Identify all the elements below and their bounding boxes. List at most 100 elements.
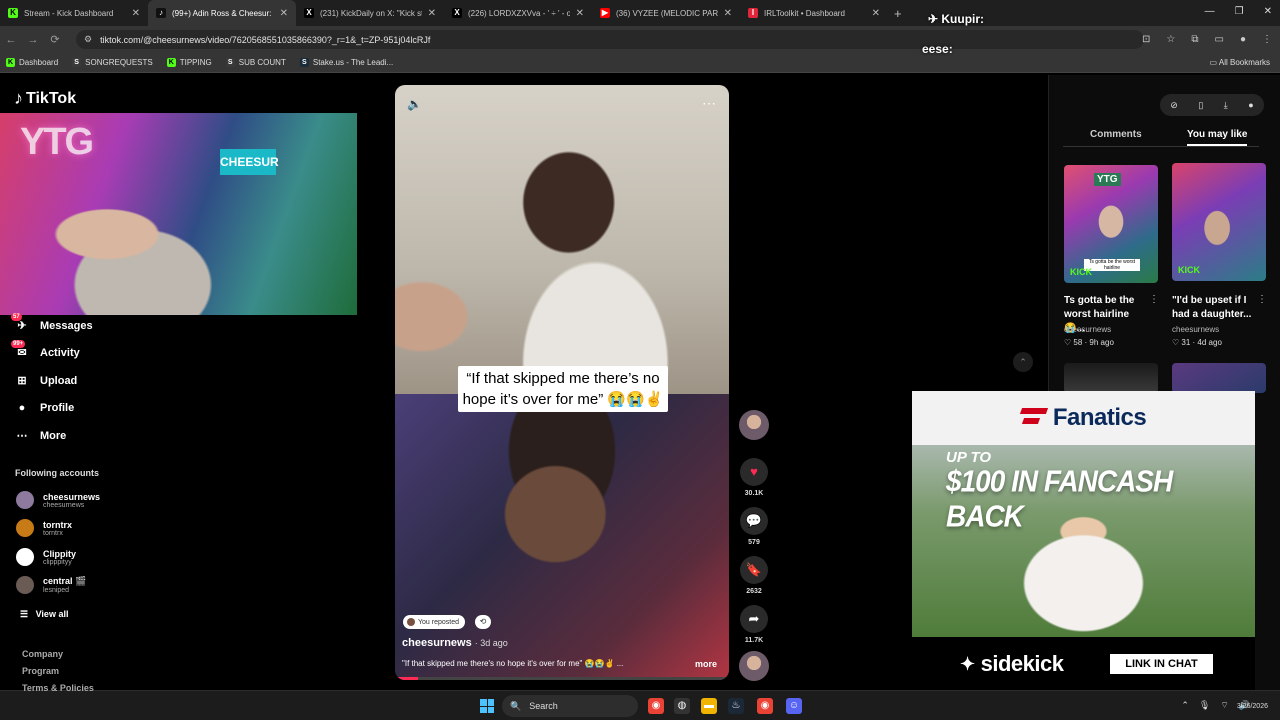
creator-avatar[interactable] xyxy=(739,410,769,440)
following-account[interactable]: central 🎬 lesniped xyxy=(16,576,86,594)
bookmark-label: Stake.us - The Leadi... xyxy=(312,58,394,67)
tab-close-icon[interactable]: ✕ xyxy=(576,8,584,19)
notification-badge: 99+ xyxy=(11,340,26,348)
recommended-more-icon-2[interactable]: ⋮ xyxy=(1257,294,1267,305)
right-panel-tabs: Comments You may like xyxy=(1063,127,1259,147)
view-all-link[interactable]: ☰ View all xyxy=(20,609,68,620)
recommended-thumbnail-3[interactable] xyxy=(1064,363,1158,393)
tab-favicon-icon: X xyxy=(304,8,314,18)
tab-you-may-like[interactable]: You may like xyxy=(1187,129,1248,146)
chrome-profile-icon[interactable]: ◉ xyxy=(757,698,773,714)
close-window-icon[interactable]: ✕ xyxy=(1264,6,1272,17)
tab-close-icon[interactable]: ✕ xyxy=(280,8,288,19)
video-more-icon[interactable]: ⋯ xyxy=(702,95,717,112)
tab-close-icon[interactable]: ✕ xyxy=(724,8,732,19)
nav-item-upload[interactable]: ⊞ Upload xyxy=(15,374,77,388)
extensions-icon[interactable]: ⧉ xyxy=(1191,34,1198,45)
following-account[interactable]: torntrx torntrx xyxy=(16,519,72,537)
minimize-icon[interactable]: — xyxy=(1205,6,1215,17)
sound-icon[interactable]: 🔈 xyxy=(407,97,422,111)
tab-title: (99+) Adin Ross & Cheesur: Reh xyxy=(172,8,274,18)
nav-icon-glyph: ⋯ xyxy=(16,430,28,442)
ban-icon[interactable]: ⊘ xyxy=(1170,100,1178,111)
download-icon[interactable]: ⤓ xyxy=(1224,100,1228,111)
share-button[interactable]: ➦ 11.7K xyxy=(738,605,770,644)
browser-tab[interactable]: X (231) KickDaily on X: "Kick strea ✕ xyxy=(296,0,444,26)
bookmark-item[interactable]: S Stake.us - The Leadi... xyxy=(299,58,394,67)
recommended-author-1[interactable]: cheesurnews xyxy=(1064,325,1111,334)
following-account[interactable]: Clippity clipppityy xyxy=(16,548,76,566)
new-tab-button[interactable]: + xyxy=(894,6,902,21)
footer-link[interactable]: Program xyxy=(22,666,59,676)
tab-close-icon[interactable]: ✕ xyxy=(872,8,880,19)
install-icon[interactable]: ⊡ xyxy=(1142,34,1150,45)
discord-icon[interactable]: ☺ xyxy=(786,698,802,714)
tray-chevron-icon[interactable]: ⌃ xyxy=(1181,700,1189,711)
menu-icon[interactable]: ⋮ xyxy=(1262,34,1272,45)
browser-tab-bar: K Stream - Kick Dashboard ✕ ♪ (99+) Adin Ros… xyxy=(0,0,1280,26)
video-progress-bar[interactable] xyxy=(395,677,729,680)
back-icon[interactable]: ← xyxy=(0,34,22,46)
nav-item-activity[interactable]: ✉ 99+ Activity xyxy=(11,340,80,360)
recommended-thumbnail-2[interactable]: KICK xyxy=(1172,163,1266,281)
folder-icon[interactable]: ▬ xyxy=(701,698,717,714)
recommended-thumbnail-1[interactable]: YTG Ts gotta be the worst hairline KICK xyxy=(1064,165,1158,283)
sidepanel-icon[interactable]: ▭ xyxy=(1215,34,1224,45)
bookmark-item[interactable]: K Dashboard xyxy=(6,58,58,67)
recommended-more-icon-1[interactable]: ⋮ xyxy=(1149,294,1159,305)
recommended-author-2[interactable]: cheesurnews xyxy=(1172,325,1219,334)
browser-tab[interactable]: I IRLToolkit • Dashboard ✕ xyxy=(740,0,888,26)
browser-tab[interactable]: ▶ (36) VYZEE (MELODIC PART ✕ xyxy=(592,0,740,26)
maximize-icon[interactable]: ❐ xyxy=(1235,6,1244,17)
recommended-title-2[interactable]: "I'd be upset if I had a daughter... xyxy=(1172,294,1256,322)
mic-icon[interactable]: 🎙 xyxy=(1199,700,1210,711)
footer-link[interactable]: Company xyxy=(22,649,63,659)
music-avatar[interactable] xyxy=(739,651,769,681)
network-icon[interactable]: ⌔ xyxy=(1220,700,1228,711)
omnibox[interactable]: ⚙ tiktok.com/@cheesurnews/video/76205685… xyxy=(76,30,1144,49)
reload-icon[interactable]: ⟳ xyxy=(44,33,66,46)
obs-icon[interactable]: ◍ xyxy=(674,698,690,714)
description-more-button[interactable]: more xyxy=(695,659,717,669)
recommended-thumbnail-4[interactable] xyxy=(1172,363,1266,393)
repost-icon[interactable]: ⟲ xyxy=(475,615,491,629)
comment-button[interactable]: 💬 579 xyxy=(738,507,770,546)
site-info-icon[interactable]: ⚙ xyxy=(84,34,92,45)
taskbar-search-label: Search xyxy=(529,701,558,711)
nav-item-messages[interactable]: ✈ 57 Messages xyxy=(11,313,93,333)
tab-comments[interactable]: Comments xyxy=(1090,129,1142,140)
fanatics-logo: Fanatics xyxy=(1021,404,1147,432)
taskbar-search[interactable]: 🔍 Search xyxy=(502,695,638,717)
browser-tab[interactable]: K Stream - Kick Dashboard ✕ xyxy=(0,0,148,26)
tab-close-icon[interactable]: ✕ xyxy=(132,8,140,19)
windows-start-icon[interactable] xyxy=(480,699,494,713)
steam-icon[interactable]: ♨ xyxy=(728,698,744,714)
reposted-badge[interactable]: You reposted xyxy=(403,615,465,629)
following-account[interactable]: cheesurnews cheesurnews xyxy=(16,491,100,509)
like-button[interactable]: ♥ 30.1K xyxy=(738,458,770,497)
reposter-avatar xyxy=(407,618,415,626)
browser-tab[interactable]: ♪ (99+) Adin Ross & Cheesur: Reh ✕ xyxy=(148,0,296,26)
bookmark-item[interactable]: S SONGREQUESTS xyxy=(72,58,153,67)
tiktok-logo[interactable]: ♪ TikTok xyxy=(14,88,76,109)
share-icon: ➦ xyxy=(740,605,768,633)
nav-item-profile[interactable]: ● Profile xyxy=(15,401,75,415)
footer-link[interactable]: Terms & Policies xyxy=(22,683,94,693)
chrome-icon[interactable]: ◉ xyxy=(648,698,664,714)
bookmark-item[interactable]: K TIPPING xyxy=(166,58,212,67)
save-button[interactable]: 🔖 2632 xyxy=(738,556,770,595)
browser-tab[interactable]: X (226) LORDXZXVva - ' ÷ ' - on X ✕ xyxy=(444,0,592,26)
forward-icon[interactable]: → xyxy=(22,34,44,46)
phone-icon[interactable]: ▯ xyxy=(1198,100,1203,111)
tab-close-icon[interactable]: ✕ xyxy=(428,8,436,19)
profile-icon[interactable]: ● xyxy=(1240,34,1246,45)
scroll-up-icon[interactable]: ⌃ xyxy=(1013,352,1033,372)
all-bookmarks-button[interactable]: ▭ All Bookmarks xyxy=(1210,58,1270,67)
nav-item-more[interactable]: ⋯ More xyxy=(15,429,67,443)
video-username[interactable]: cheesurnews · 3d ago xyxy=(402,637,508,649)
video-player[interactable]: 🔈 ⋯ “If that skipped me there’s no hope … xyxy=(395,85,729,680)
bookmark-item[interactable]: S SUB COUNT xyxy=(225,58,286,67)
recommended-likes-2: 31 xyxy=(1181,338,1191,347)
user-avatar-icon[interactable]: ● xyxy=(1248,100,1253,110)
star-icon[interactable]: ☆ xyxy=(1166,34,1175,45)
